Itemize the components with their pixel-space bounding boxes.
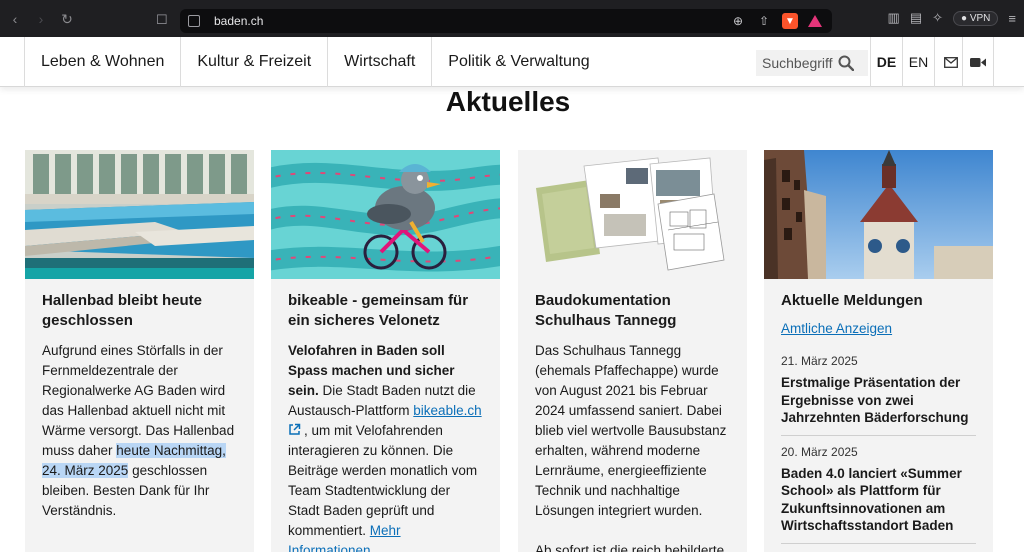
nav-politik-verwaltung[interactable]: Politik & Verwaltung [432, 37, 605, 87]
wallet-icon[interactable]: ▤ [910, 10, 922, 26]
card-title: Aktuelle Meldungen [781, 292, 923, 309]
leo-ai-icon[interactable]: ✧ [932, 10, 943, 26]
card-text: Aufgrund eines Störfalls in der Fernmeld… [42, 343, 235, 518]
card-text: Das Schulhaus Tannegg (ehemals Pfaffecha… [535, 343, 727, 518]
news-card-hallenbad[interactable]: Hallenbad bleibt heute geschlossen Aufgr… [25, 150, 254, 552]
news-date: 20. März 2025 [781, 444, 858, 459]
nav-wirtschaft[interactable]: Wirtschaft [328, 37, 433, 87]
news-title[interactable]: Erstmalige Präsentation der Ergebnisse v… [781, 374, 976, 427]
browser-toolbar: ‹ › ↻ ☐ baden.ch ⊕ ⇧ ▼ ▥ ▤ ✧ ● VPN ≡ [0, 0, 1024, 37]
menu-icon[interactable]: ≡ [1008, 11, 1016, 26]
news-date: 21. März 2025 [781, 354, 858, 368]
site-header: Leben & Wohnen Kultur & Freizeit Wirtsch… [0, 37, 1024, 87]
brave-shield-icon[interactable]: ▼ [782, 13, 798, 29]
cyclist-illustration [271, 150, 500, 279]
card-title[interactable]: bikeable - gemeinsam für ein sicheres Ve… [288, 291, 483, 331]
news-card-baudokumentation[interactable]: Baudokumentation Schulhaus Tannegg Das S… [518, 150, 747, 552]
nav-kultur-freizeit[interactable]: Kultur & Freizeit [181, 37, 329, 87]
nav-leben-wohnen[interactable]: Leben & Wohnen [24, 37, 182, 87]
site-info-icon[interactable] [188, 15, 200, 27]
news-card-bikeable[interactable]: bikeable - gemeinsam für ein sicheres Ve… [271, 150, 500, 552]
back-arrow-icon[interactable]: ‹ [4, 8, 26, 30]
card-title[interactable]: Baudokumentation Schulhaus Tannegg [535, 291, 730, 331]
search-icon[interactable] [838, 55, 854, 71]
search-box [756, 50, 868, 76]
news-card-meldungen: Aktuelle Meldungen Amtliche Anzeigen 21.… [764, 150, 993, 552]
url-text[interactable]: baden.ch [214, 14, 263, 28]
language-en-button[interactable]: EN [902, 37, 934, 87]
address-bar[interactable]: baden.ch ⊕ ⇧ ▼ [180, 9, 832, 33]
vpn-button[interactable]: ● VPN [953, 10, 999, 26]
external-link-icon [289, 423, 301, 435]
documentation-booklet-image [518, 150, 747, 279]
forward-arrow-icon[interactable]: › [30, 8, 52, 30]
bikeable-link[interactable]: bikeable.ch [413, 403, 481, 418]
sidebar-icon[interactable]: ▥ [888, 10, 900, 26]
card-text: Velofahren in Baden soll Spass machen un… [288, 341, 483, 552]
search-input[interactable] [762, 55, 834, 71]
news-title[interactable]: Baden 4.0 lanciert «Summer School» als P… [781, 465, 976, 535]
video-camera-icon[interactable] [962, 37, 994, 87]
news-list-item[interactable]: 20. März 2025 Baden 4.0 lanciert «Summer… [781, 445, 976, 544]
bookmark-icon[interactable]: ☐ [156, 12, 168, 28]
swimming-pool-image [25, 150, 254, 279]
reload-icon[interactable]: ↻ [56, 8, 78, 30]
card-text-continued: Ab sofort ist die reich bebilderte [535, 543, 725, 552]
section-title: Aktuelles [445, 86, 571, 117]
main-navigation: Leben & Wohnen Kultur & Freizeit Wirtsch… [24, 37, 606, 87]
news-list-item[interactable]: 21. März 2025 Erstmalige Präsentation de… [781, 354, 976, 436]
card-title[interactable]: Hallenbad bleibt heute geschlossen [42, 291, 237, 331]
zoom-icon[interactable]: ⊕ [730, 13, 746, 29]
brave-rewards-icon[interactable] [808, 15, 822, 27]
amtliche-anzeigen-link[interactable]: Amtliche Anzeigen [781, 321, 976, 336]
baden-clock-tower-image [764, 150, 993, 279]
language-de-button[interactable]: DE [870, 37, 902, 87]
share-icon[interactable]: ⇧ [756, 13, 772, 29]
